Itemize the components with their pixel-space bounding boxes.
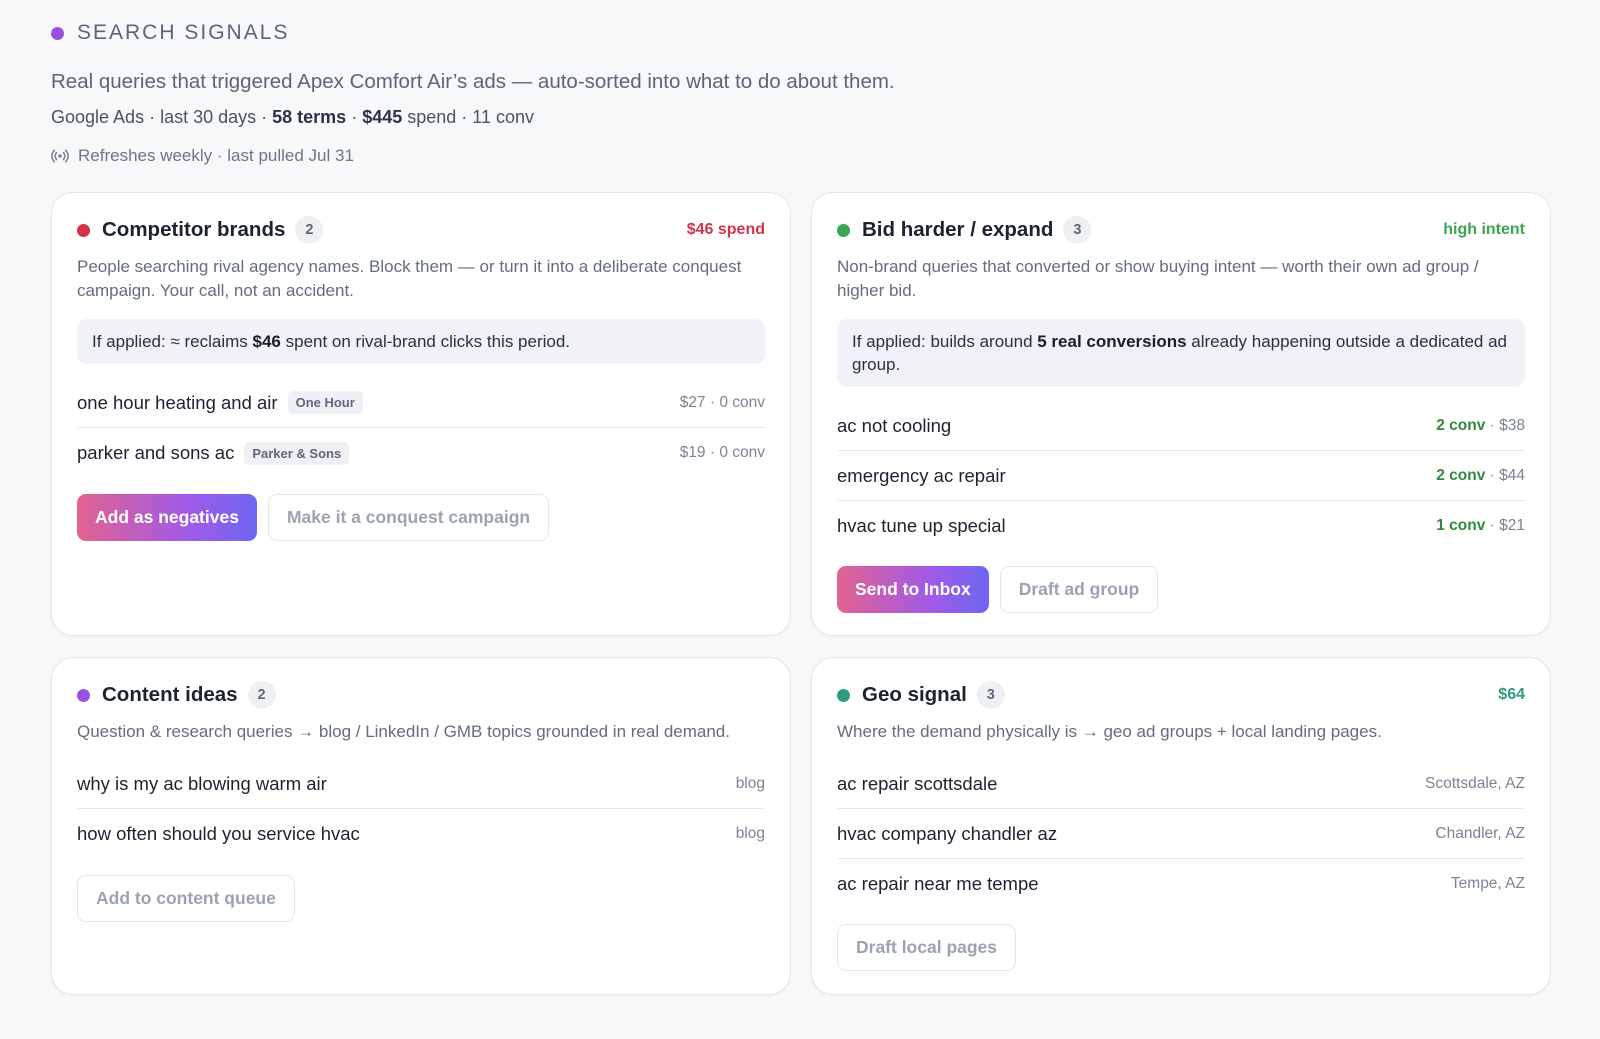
card-title: Bid harder / expand (862, 218, 1054, 241)
brand-chip: One Hour (287, 391, 363, 414)
term-list: one hour heating and air One Hour $27 · … (77, 378, 765, 478)
term-stat: 2 conv · $44 (1436, 467, 1525, 485)
meta-source: Google Ads · last 30 days · (51, 107, 273, 127)
intent-tag: high intent (1443, 221, 1525, 238)
search-term: emergency ac repair (837, 464, 1006, 486)
section-eyebrow: SEARCH SIGNALS (51, 20, 289, 46)
count-badge: 2 (295, 216, 324, 244)
impact-pre: If applied: ≈ reclaims (92, 332, 253, 351)
send-to-inbox-button[interactable]: Send to Inbox (837, 566, 989, 613)
spend-tag: $46 spend (686, 221, 765, 238)
count-badge: 2 (247, 681, 276, 709)
meta-terms: 58 terms (272, 107, 347, 127)
card-title: Content ideas (102, 683, 238, 706)
card-description: Question & research queries → blog / Lin… (77, 722, 730, 741)
impact-note: If applied: ≈ reclaims $46 spent on riva… (77, 319, 765, 364)
refresh-text: Refreshes weekly · last pulled Jul 31 (78, 146, 354, 165)
search-term: ac repair scottsdale (837, 772, 998, 794)
search-term: hvac tune up special (837, 515, 1006, 536)
term-list: ac not cooling 2 conv · $38 emergency ac… (837, 401, 1525, 551)
term-spend: · $21 (1485, 517, 1525, 534)
term-row[interactable]: ac repair scottsdale Scottsdale, AZ (837, 759, 1525, 809)
search-term: hvac company chandler az (837, 822, 1058, 844)
card-header: Geo signal 3 $64 (837, 680, 1525, 710)
meta-spend: $445 (362, 107, 403, 127)
term-stat: $27 · 0 conv (679, 393, 765, 411)
card-header: Competitor brands 2 $46 spend (77, 215, 765, 245)
impact-value: $46 (252, 332, 281, 351)
term-row[interactable]: emergency ac repair 2 conv · $44 (837, 451, 1525, 501)
status-dot (837, 688, 850, 702)
section-description: Real queries that triggered Apex Comfort… (51, 70, 895, 93)
card-title: Competitor brands (102, 218, 286, 241)
term-stat: $19 · 0 conv (679, 444, 765, 461)
card-description: People searching rival agency names. Blo… (77, 257, 742, 300)
card-header: Content ideas 2 (77, 680, 765, 710)
search-term: how often should you service hvac (77, 823, 360, 844)
search-term: parker and sons ac (77, 442, 235, 463)
section-status-dot (51, 26, 64, 40)
card-content-ideas: Content ideas 2 Question & research quer… (51, 657, 791, 995)
term-row[interactable]: how often should you service hvac blog (77, 809, 765, 859)
broadcast-icon (51, 147, 69, 165)
impact-value: 5 real conversions (1037, 332, 1187, 351)
brand-chip: Parker & Sons (244, 441, 350, 465)
refresh-status: Refreshes weekly · last pulled Jul 31 (51, 146, 354, 166)
content-type: blog (735, 774, 765, 792)
term-spend: · $38 (1485, 416, 1525, 434)
conquest-campaign-button[interactable]: Make it a conquest campaign (267, 494, 550, 541)
card-title: Geo signal (862, 683, 967, 706)
term-row[interactable]: hvac tune up special 1 conv · $21 (837, 501, 1525, 551)
card-geo-signal: Geo signal 3 $64 Where the demand physic… (811, 657, 1551, 995)
status-dot (77, 688, 90, 702)
term-stat: 2 conv · $38 (1436, 417, 1525, 435)
card-actions: Draft local pages (837, 924, 1017, 971)
count-badge: 3 (976, 681, 1005, 709)
card-description: Non-brand queries that converted or show… (837, 257, 1479, 300)
card-actions: Add as negatives Make it a conquest camp… (77, 494, 550, 541)
search-term: ac repair near me tempe (837, 873, 1039, 894)
search-term: one hour heating and air (77, 391, 278, 413)
term-row[interactable]: ac repair near me tempe Tempe, AZ (837, 859, 1525, 909)
conversions: 2 conv (1436, 466, 1486, 484)
content-type: blog (735, 825, 765, 842)
draft-local-pages-button[interactable]: Draft local pages (837, 924, 1017, 971)
location: Chandler, AZ (1435, 824, 1525, 842)
add-as-negatives-button[interactable]: Add as negatives (77, 494, 257, 541)
term-list: ac repair scottsdale Scottsdale, AZ hvac… (837, 759, 1525, 909)
section-title: SEARCH SIGNALS (77, 21, 290, 44)
search-term: why is my ac blowing warm air (77, 772, 327, 794)
status-dot (837, 223, 850, 237)
card-actions: Send to Inbox Draft ad group (837, 566, 1159, 613)
spend-tag: $64 (1498, 686, 1525, 703)
search-term: ac not cooling (837, 414, 952, 436)
term-row[interactable]: one hour heating and air One Hour $27 · … (77, 378, 765, 428)
meta-tail: spend · 11 conv (402, 107, 534, 127)
draft-ad-group-button[interactable]: Draft ad group (999, 566, 1159, 613)
term-stat: 1 conv · $21 (1436, 517, 1525, 535)
impact-note: If applied: builds around 5 real convers… (837, 319, 1525, 387)
conversions: 2 conv (1436, 416, 1486, 434)
card-competitor-brands: Competitor brands 2 $46 spend People sea… (51, 192, 791, 636)
term-spend: · $44 (1485, 466, 1525, 484)
term-list: why is my ac blowing warm air blog how o… (77, 759, 765, 859)
status-dot (77, 223, 90, 237)
term-row[interactable]: hvac company chandler az Chandler, AZ (837, 809, 1525, 859)
card-description: Where the demand physically is → geo ad … (837, 722, 1382, 741)
term-row[interactable]: parker and sons ac Parker & Sons $19 · 0… (77, 428, 765, 478)
term-row[interactable]: why is my ac blowing warm air blog (77, 759, 765, 809)
impact-pre: If applied: builds around (852, 332, 1038, 351)
add-to-content-queue-button[interactable]: Add to content queue (77, 875, 295, 922)
meta-separator: · (346, 107, 363, 127)
card-bid-harder: Bid harder / expand 3 high intent Non-br… (811, 192, 1551, 636)
location: Tempe, AZ (1450, 875, 1525, 892)
conversions: 1 conv (1436, 517, 1486, 534)
location: Scottsdale, AZ (1425, 774, 1525, 792)
count-badge: 3 (1063, 216, 1092, 244)
card-header: Bid harder / expand 3 high intent (837, 215, 1525, 245)
term-row[interactable]: ac not cooling 2 conv · $38 (837, 401, 1525, 451)
impact-post: spent on rival-brand clicks this period. (280, 332, 571, 351)
summary-meta: Google Ads · last 30 days · 58 terms · $… (51, 107, 534, 128)
card-actions: Add to content queue (77, 875, 295, 922)
